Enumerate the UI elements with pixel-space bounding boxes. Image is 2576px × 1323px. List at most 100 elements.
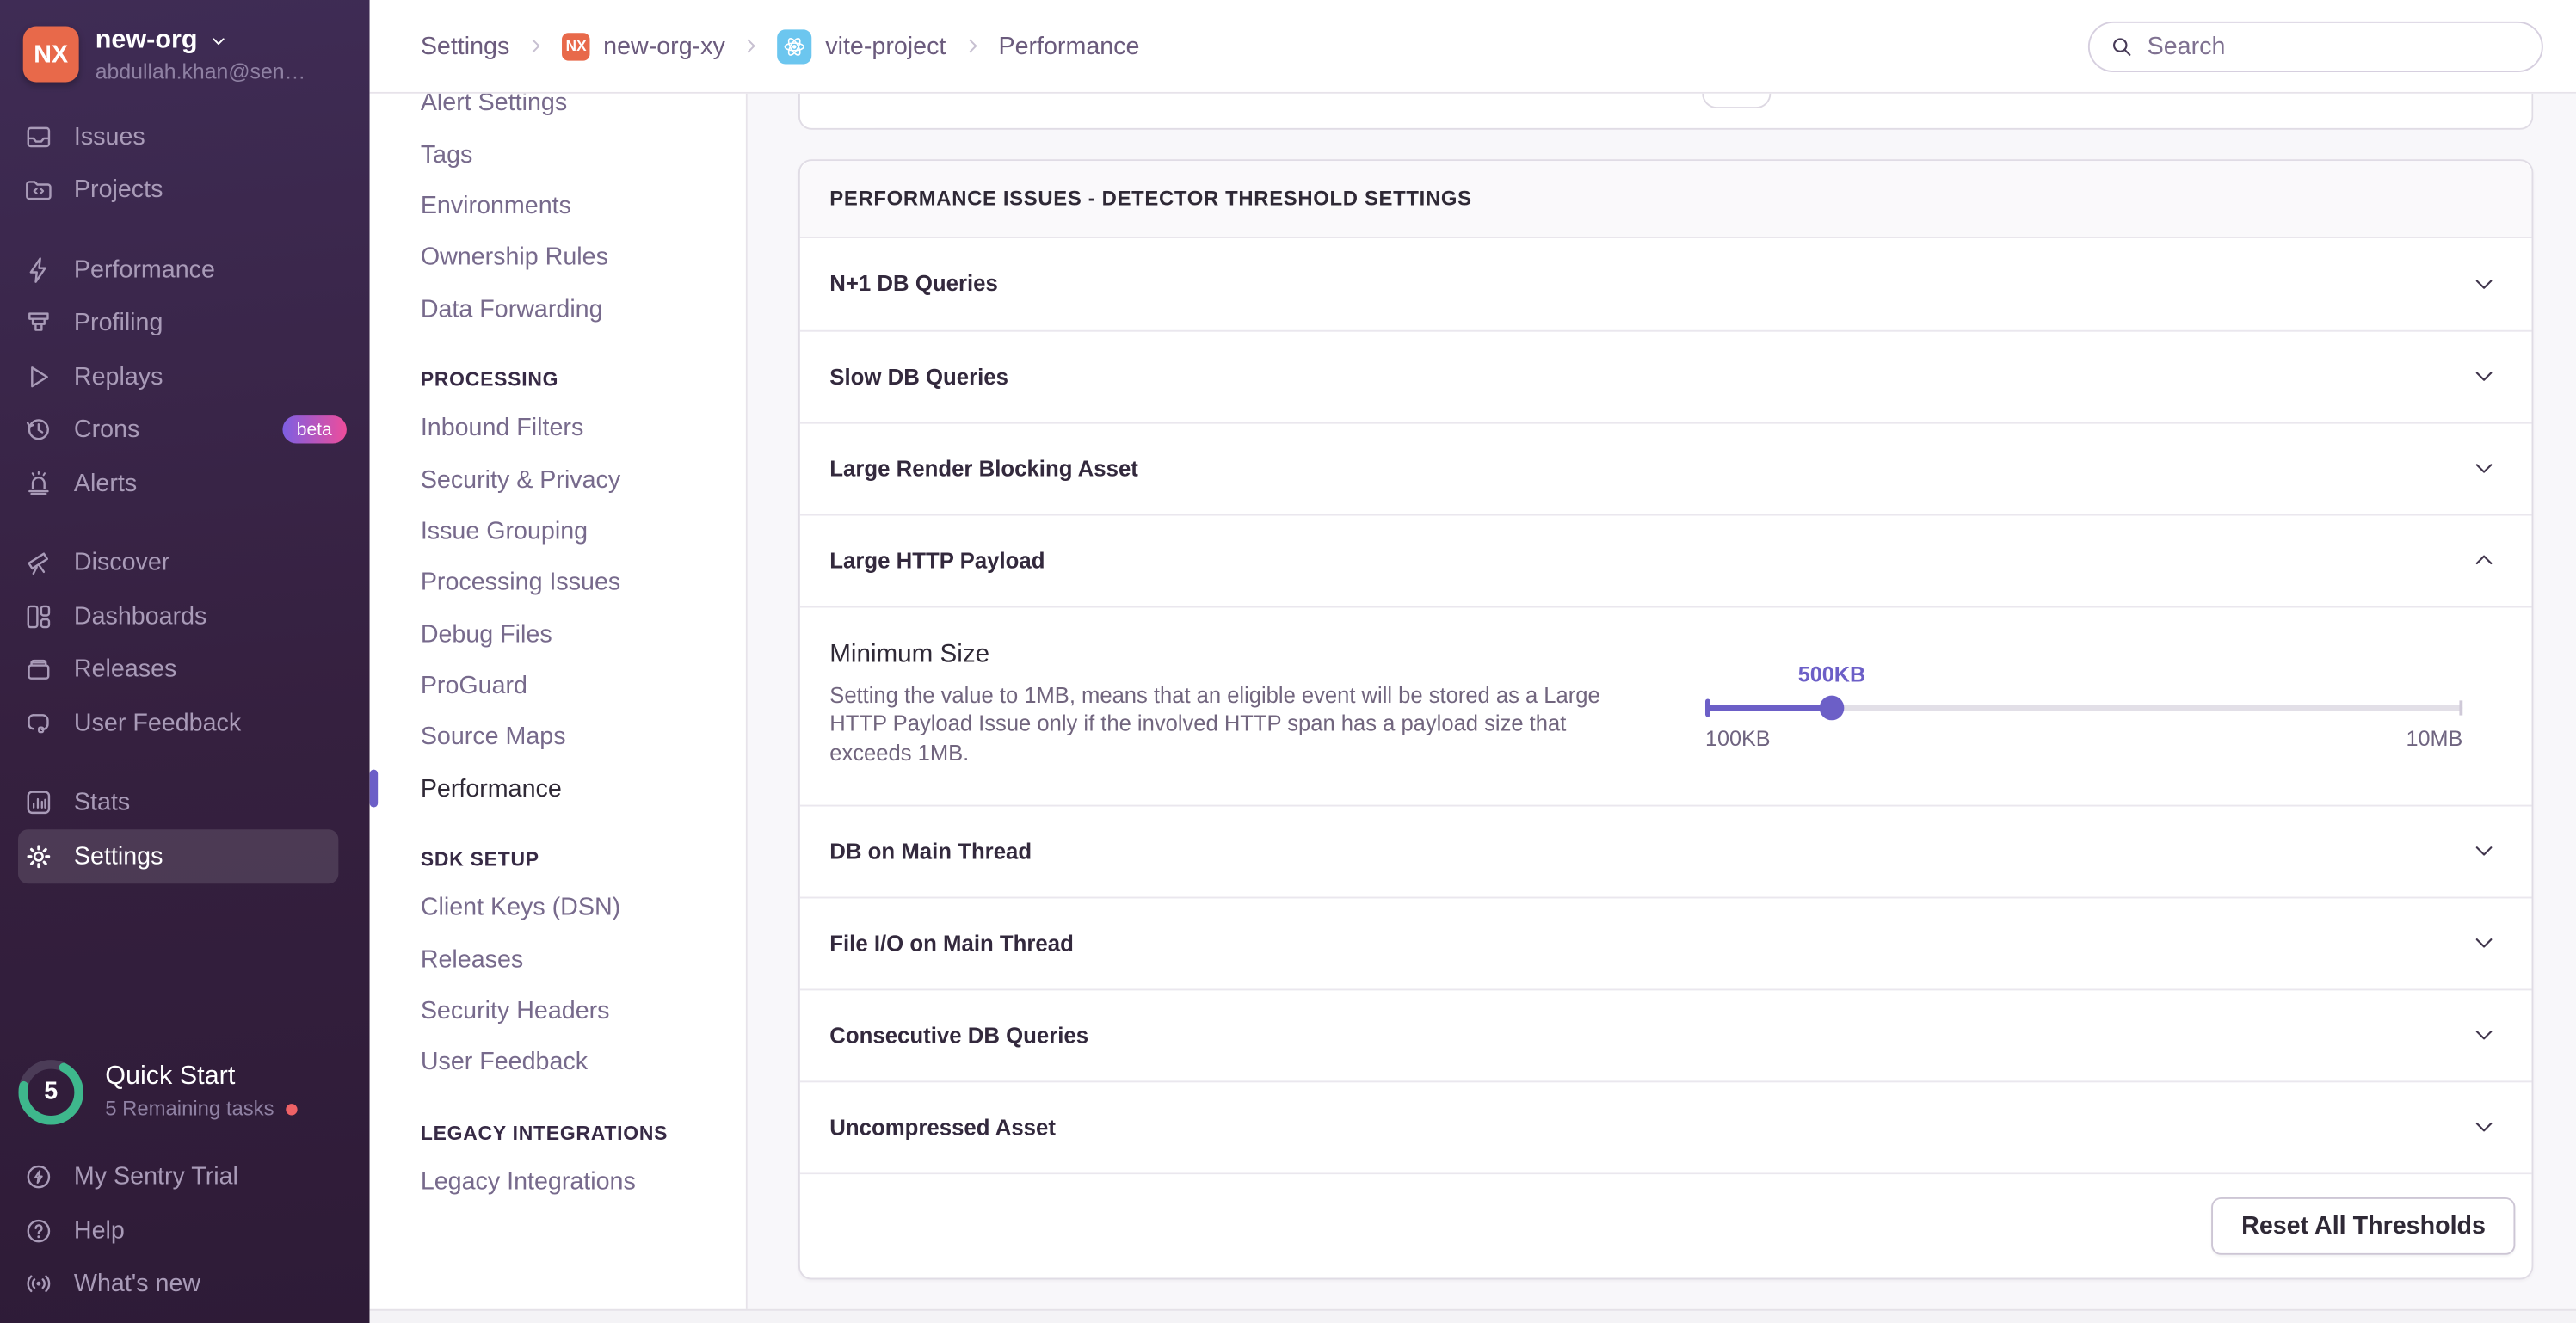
slider-min-label: 100KB bbox=[1705, 726, 1771, 751]
accordion-row-uncompressed-asset[interactable]: Uncompressed Asset bbox=[800, 1080, 2532, 1172]
settings-nav-security-privacy[interactable]: Security & Privacy bbox=[370, 454, 746, 506]
field-description: Setting the value to 1MB, means that an … bbox=[829, 680, 1637, 767]
settings-nav-inbound-filters[interactable]: Inbound Filters bbox=[370, 403, 746, 454]
sidebar-item-dashboards[interactable]: Dashboards bbox=[0, 589, 370, 643]
chevron-down-icon bbox=[2471, 930, 2498, 957]
breadcrumb-settings[interactable]: Settings bbox=[421, 32, 509, 59]
sidebar-item-label: Dashboards bbox=[74, 602, 206, 630]
settings-nav-ownership-rules[interactable]: Ownership Rules bbox=[370, 232, 746, 284]
org-switcher[interactable]: NX new-org abdullah.khan@sen… bbox=[0, 23, 370, 107]
beta-badge: beta bbox=[282, 416, 347, 444]
slider-handle[interactable] bbox=[1820, 695, 1845, 720]
settings-nav-environments[interactable]: Environments bbox=[370, 181, 746, 232]
sidebar-item-label: Projects bbox=[74, 176, 163, 204]
breadcrumb: Settings NX new-org-xy vite-project Perf… bbox=[421, 28, 1140, 63]
issues-icon bbox=[23, 121, 54, 152]
large-http-payload-settings: Minimum Size Setting the value to 1MB, m… bbox=[800, 606, 2532, 804]
sidebar-item-label: Alerts bbox=[74, 470, 137, 497]
sidebar-item-performance[interactable]: Performance bbox=[0, 243, 370, 297]
chevron-down-icon bbox=[2471, 838, 2498, 865]
chevron-right-icon bbox=[740, 34, 763, 58]
breadcrumb-project[interactable]: vite-project bbox=[778, 28, 946, 63]
projects-icon bbox=[23, 175, 54, 206]
sidebar-item-label: Discover bbox=[74, 549, 169, 576]
org-avatar: NX bbox=[23, 27, 79, 83]
broadcast-icon bbox=[23, 1269, 54, 1300]
sidebar-item-issues[interactable]: Issues bbox=[0, 110, 370, 163]
field-label: Minimum Size bbox=[829, 640, 1637, 669]
panel-title: PERFORMANCE ISSUES - DETECTOR THRESHOLD … bbox=[800, 160, 2532, 237]
sidebar-item-crons[interactable]: Crons beta bbox=[0, 403, 370, 457]
slider-track[interactable] bbox=[1705, 704, 2462, 711]
accordion-row-large-http-payload[interactable]: Large HTTP Payload bbox=[800, 514, 2532, 606]
breadcrumb-performance[interactable]: Performance bbox=[998, 32, 1139, 59]
settings-nav-releases[interactable]: Releases bbox=[370, 933, 746, 985]
reset-all-thresholds-button[interactable]: Reset All Thresholds bbox=[2212, 1197, 2516, 1254]
quick-start-subtitle: 5 Remaining tasks bbox=[105, 1098, 274, 1121]
settings-nav-issue-grouping[interactable]: Issue Grouping bbox=[370, 506, 746, 557]
sidebar-item-label: Stats bbox=[74, 789, 130, 816]
settings-nav-performance[interactable]: Performance bbox=[370, 763, 746, 815]
collapse-toggle-button[interactable] bbox=[1702, 94, 1771, 108]
sidebar-footer: My Sentry Trial Help What's new bbox=[0, 1151, 370, 1311]
discover-icon bbox=[23, 547, 54, 578]
accordion-row-slow-db-queries[interactable]: Slow DB Queries bbox=[800, 329, 2532, 422]
settings-nav-debug-files[interactable]: Debug Files bbox=[370, 608, 746, 660]
sidebar-item-my-sentry-trial[interactable]: My Sentry Trial bbox=[0, 1151, 370, 1204]
org-badge: NX bbox=[562, 32, 589, 59]
settings-nav-tags[interactable]: Tags bbox=[370, 129, 746, 181]
settings-nav-source-maps[interactable]: Source Maps bbox=[370, 711, 746, 763]
chevron-down-icon bbox=[2471, 363, 2498, 390]
accordion-row-large-render-blocking-asset[interactable]: Large Render Blocking Asset bbox=[800, 422, 2532, 514]
accordion-row-consecutive-db-queries[interactable]: Consecutive DB Queries bbox=[800, 988, 2532, 1080]
primary-nav: Issues Projects Performance Profiling bbox=[0, 107, 370, 883]
slider-value-label: 500KB bbox=[1798, 662, 1865, 686]
settings-nav-user-feedback[interactable]: User Feedback bbox=[370, 1037, 746, 1088]
dashboards-icon bbox=[23, 600, 54, 631]
quick-start[interactable]: 5 Quick Start 5 Remaining tasks bbox=[0, 1057, 370, 1126]
releases-icon bbox=[23, 654, 54, 685]
accordion-row-file-io-on-main-thread[interactable]: File I/O on Main Thread bbox=[800, 896, 2532, 988]
accordion-row-db-on-main-thread[interactable]: DB on Main Thread bbox=[800, 804, 2532, 896]
sidebar-item-replays[interactable]: Replays bbox=[0, 350, 370, 403]
sidebar-item-releases[interactable]: Releases bbox=[0, 643, 370, 697]
gear-icon bbox=[23, 841, 54, 872]
settings-nav-data-forwarding[interactable]: Data Forwarding bbox=[370, 283, 746, 335]
search-icon bbox=[2110, 34, 2135, 58]
react-project-icon bbox=[778, 28, 812, 63]
replays-icon bbox=[23, 361, 54, 392]
settings-nav-processing-issues[interactable]: Processing Issues bbox=[370, 557, 746, 609]
sidebar-item-label: Releases bbox=[74, 655, 176, 683]
sidebar-item-discover[interactable]: Discover bbox=[0, 536, 370, 589]
sidebar-item-user-feedback[interactable]: User Feedback bbox=[0, 697, 370, 750]
org-name: new-org bbox=[96, 27, 198, 56]
settings-nav-heading-legacy-integrations: LEGACY INTEGRATIONS bbox=[370, 1110, 746, 1155]
main-sidebar: NX new-org abdullah.khan@sen… Issues Pro… bbox=[0, 0, 370, 1323]
sidebar-item-projects[interactable]: Projects bbox=[0, 163, 370, 217]
trial-icon bbox=[23, 1161, 54, 1192]
sidebar-item-profiling[interactable]: Profiling bbox=[0, 297, 370, 350]
sidebar-item-settings[interactable]: Settings bbox=[18, 829, 338, 883]
accordion-row-n-plus-one-db-queries[interactable]: N+1 DB Queries bbox=[800, 237, 2532, 329]
sidebar-item-alerts[interactable]: Alerts bbox=[0, 457, 370, 510]
bottom-strip bbox=[370, 1309, 2576, 1323]
settings-nav-alert-settings[interactable]: Alert Settings bbox=[370, 94, 746, 129]
performance-icon bbox=[23, 254, 54, 285]
sidebar-item-help[interactable]: Help bbox=[0, 1204, 370, 1258]
settings-nav: Alert Settings Tags Environments Ownersh… bbox=[370, 94, 748, 1323]
chevron-down-icon bbox=[2471, 455, 2498, 482]
settings-nav-proguard[interactable]: ProGuard bbox=[370, 660, 746, 711]
quick-start-progress-ring: 5 bbox=[16, 1057, 85, 1126]
sidebar-item-whats-new[interactable]: What's new bbox=[0, 1258, 370, 1311]
sidebar-item-label: Crons bbox=[74, 416, 139, 444]
sidebar-item-stats[interactable]: Stats bbox=[0, 776, 370, 829]
breadcrumb-org[interactable]: NX new-org-xy bbox=[562, 32, 724, 59]
app-window: NX new-org abdullah.khan@sen… Issues Pro… bbox=[0, 0, 2576, 1323]
sidebar-item-label: Help bbox=[74, 1216, 125, 1244]
search-input[interactable] bbox=[2148, 32, 2522, 59]
settings-nav-client-keys[interactable]: Client Keys (DSN) bbox=[370, 883, 746, 934]
settings-nav-legacy-integrations[interactable]: Legacy Integrations bbox=[370, 1156, 746, 1208]
chevron-up-icon bbox=[2471, 547, 2498, 574]
work-area: Alert Settings Tags Environments Ownersh… bbox=[370, 94, 2576, 1323]
settings-nav-security-headers[interactable]: Security Headers bbox=[370, 985, 746, 1037]
